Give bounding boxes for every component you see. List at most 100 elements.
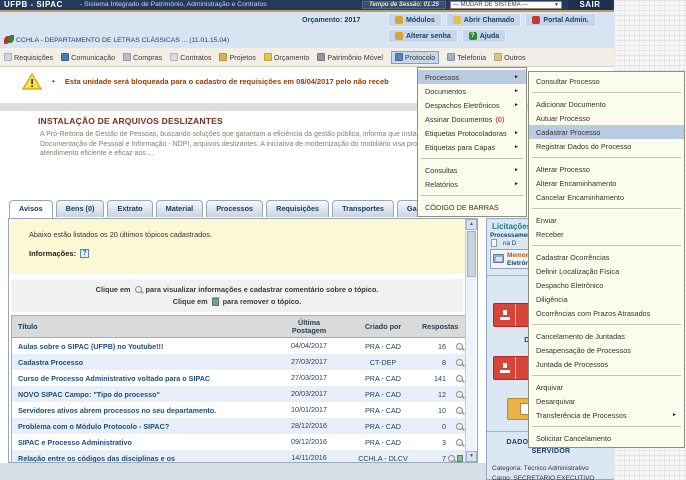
submenu-item[interactable] (532, 324, 681, 325)
avisos-informacoes: Informações: ? (29, 249, 89, 258)
submenu-item[interactable]: Cadastrar Ocorrências (529, 250, 684, 264)
menu-item[interactable]: CÓDIGO DE BARRAS (418, 200, 526, 214)
menubar-item[interactable]: Telefonia (447, 53, 486, 62)
tab[interactable]: Bens (0) (56, 200, 105, 217)
submenu-item[interactable]: Alterar Processo (529, 162, 684, 176)
submenu-item[interactable]: Solicitar Cancelamento (529, 431, 684, 445)
submenu-item[interactable]: Arquivar (529, 380, 684, 394)
hint-strip: Clique em para visualizar informações e … (11, 279, 463, 312)
system-select[interactable]: --- MUDAR DE SISTEMA --- ▼ (450, 1, 562, 9)
submenu-item[interactable]: Alterar Encaminhamento (529, 176, 684, 190)
view-topic-icon[interactable] (456, 423, 463, 430)
submenu-item[interactable]: Cancelamento de Juntadas (529, 329, 684, 343)
submenu-item[interactable]: Autuar Processo (529, 111, 684, 125)
menu-item[interactable]: Etiquetas para Capas ► (418, 140, 526, 154)
menubar-item[interactable]: Projetos (219, 53, 255, 62)
view-topic-icon[interactable] (456, 391, 463, 398)
submenu-item[interactable]: Desapensação de Processos (529, 343, 684, 357)
menu-item[interactable]: Documentos ► (418, 84, 526, 98)
topic-author: PRA - CAD (344, 342, 422, 351)
submenu-item[interactable]: Consultar Processo (529, 74, 684, 88)
submenu-item[interactable]: Cadastrar Processo (529, 125, 684, 139)
submenu-item[interactable]: Registrar Dados do Processo (529, 139, 684, 153)
submenu-item[interactable] (532, 208, 681, 209)
scroll-up-icon[interactable]: ▲ (466, 219, 477, 230)
submenu-item[interactable]: Cancelar Encaminhamento (529, 190, 684, 204)
menubar-item[interactable]: Protocolo (391, 51, 439, 64)
menu-item[interactable]: Relatórios ► (418, 177, 526, 191)
submenu-item[interactable] (532, 157, 681, 158)
topic-title[interactable]: NOVO SIPAC Campo: "Tipo do processo" (12, 390, 274, 399)
menubar-item[interactable]: Patrimônio Móvel (317, 53, 383, 62)
menubar-item[interactable]: Comunicação (61, 53, 115, 62)
toolbar-button[interactable]: Alterar senha (388, 29, 458, 43)
remove-topic-icon[interactable] (457, 455, 463, 462)
toolbar-button[interactable]: ? Ajuda (462, 29, 506, 43)
topic-title[interactable]: Curso de Processo Administrativo voltado… (12, 374, 274, 383)
view-topic-icon[interactable] (456, 407, 463, 414)
menu-item[interactable]: Consultas ► (418, 163, 526, 177)
menu-item[interactable] (421, 158, 523, 159)
topic-title[interactable]: SIPAC e Processo Administrativo (12, 438, 274, 447)
tab[interactable]: Material (156, 200, 204, 217)
menu-item[interactable]: Despachos Eletrônicos ► (418, 98, 526, 112)
menubar-item[interactable]: Orçamento (264, 53, 310, 62)
scroll-down-icon[interactable]: ▼ (466, 451, 477, 462)
submenu-item[interactable]: Receber (529, 227, 684, 241)
view-topic-icon[interactable] (456, 343, 463, 350)
logout-button[interactable]: SAIR (568, 0, 612, 10)
toolbar-button[interactable]: Módulos (388, 13, 442, 27)
menu-item[interactable]: Assinar Documentos (0) (418, 112, 526, 126)
tab[interactable]: Transportes (332, 200, 394, 217)
submenu-item[interactable]: Enviar (529, 213, 684, 227)
submenu-item[interactable] (532, 375, 681, 376)
panel-scrollbar[interactable]: ▲ ▼ (465, 219, 476, 462)
tab[interactable]: Processos (206, 200, 263, 217)
submenu-item-label: Arquivar (536, 383, 563, 392)
topic-title[interactable]: Aulas sobre o SIPAC (UFPB) no Youtube!!! (12, 342, 274, 351)
submenu-item[interactable] (532, 426, 681, 427)
view-topic-icon[interactable] (456, 439, 463, 446)
document-icon (491, 239, 497, 247)
menu-item[interactable]: Processos ► (418, 70, 526, 84)
inbox-icon (494, 357, 516, 379)
topic-title[interactable]: Relação entre os códigos das disciplinas… (12, 454, 274, 463)
topic-title[interactable]: Problema com o Módulo Protocolo - SIPAC? (12, 422, 274, 431)
toolbar-button-icon: ? (469, 32, 477, 40)
topic-title[interactable]: Servidores ativos abrem processos no seu… (12, 406, 274, 415)
submenu-item[interactable]: Definir Localização Física (529, 264, 684, 278)
submenu-item[interactable] (532, 92, 681, 93)
tab[interactable]: Extrato (107, 200, 152, 217)
scrollbar-thumb[interactable] (467, 231, 476, 277)
inbox-icon (494, 304, 516, 326)
submenu-item[interactable]: Despacho Eletrônico (529, 278, 684, 292)
table-row: Cadastra Processo 27/03/2017 CT-DEP 8 (12, 354, 465, 370)
view-topic-icon[interactable] (448, 455, 455, 462)
menu-item[interactable]: Etiquetas Protocoladoras ► (418, 126, 526, 140)
toolbar-button-label: Módulos (406, 17, 435, 24)
toolbar-button[interactable]: Portal Admin. (525, 13, 595, 27)
topic-title[interactable]: Cadastra Processo (12, 358, 274, 367)
submenu-item[interactable] (532, 245, 681, 246)
menubar-item[interactable]: Outros (494, 53, 526, 62)
help-icon[interactable]: ? (80, 249, 89, 258)
submenu-item[interactable]: Diligência (529, 292, 684, 306)
view-topic-icon[interactable] (456, 375, 463, 382)
menubar-item[interactable]: Contratos (170, 53, 211, 62)
toolbar-button[interactable]: Abrir Chamado (446, 13, 522, 27)
menubar-item-icon (264, 53, 272, 61)
view-topic-icon[interactable] (456, 359, 463, 366)
topic-date: 27/03/2017 (274, 358, 344, 366)
submenu-item[interactable]: Adicionar Documento (529, 97, 684, 111)
menu-item[interactable] (421, 195, 523, 196)
submenu-item[interactable]: Ocorrências com Prazos Atrasados (529, 306, 684, 320)
licitacoes-subtitle2: na D (503, 240, 516, 247)
submenu-item[interactable]: Transferência de Processos ► (529, 408, 684, 422)
tab[interactable]: Avisos (9, 200, 53, 218)
submenu-item[interactable]: Juntada de Processos (529, 357, 684, 371)
tab[interactable]: Requisições (266, 200, 329, 217)
menubar-item[interactable]: Requisições (4, 53, 53, 62)
menubar-item[interactable]: Compras (123, 53, 162, 62)
licitacoes-title[interactable]: Licitações (492, 222, 531, 231)
submenu-item[interactable]: Desarquivar (529, 394, 684, 408)
